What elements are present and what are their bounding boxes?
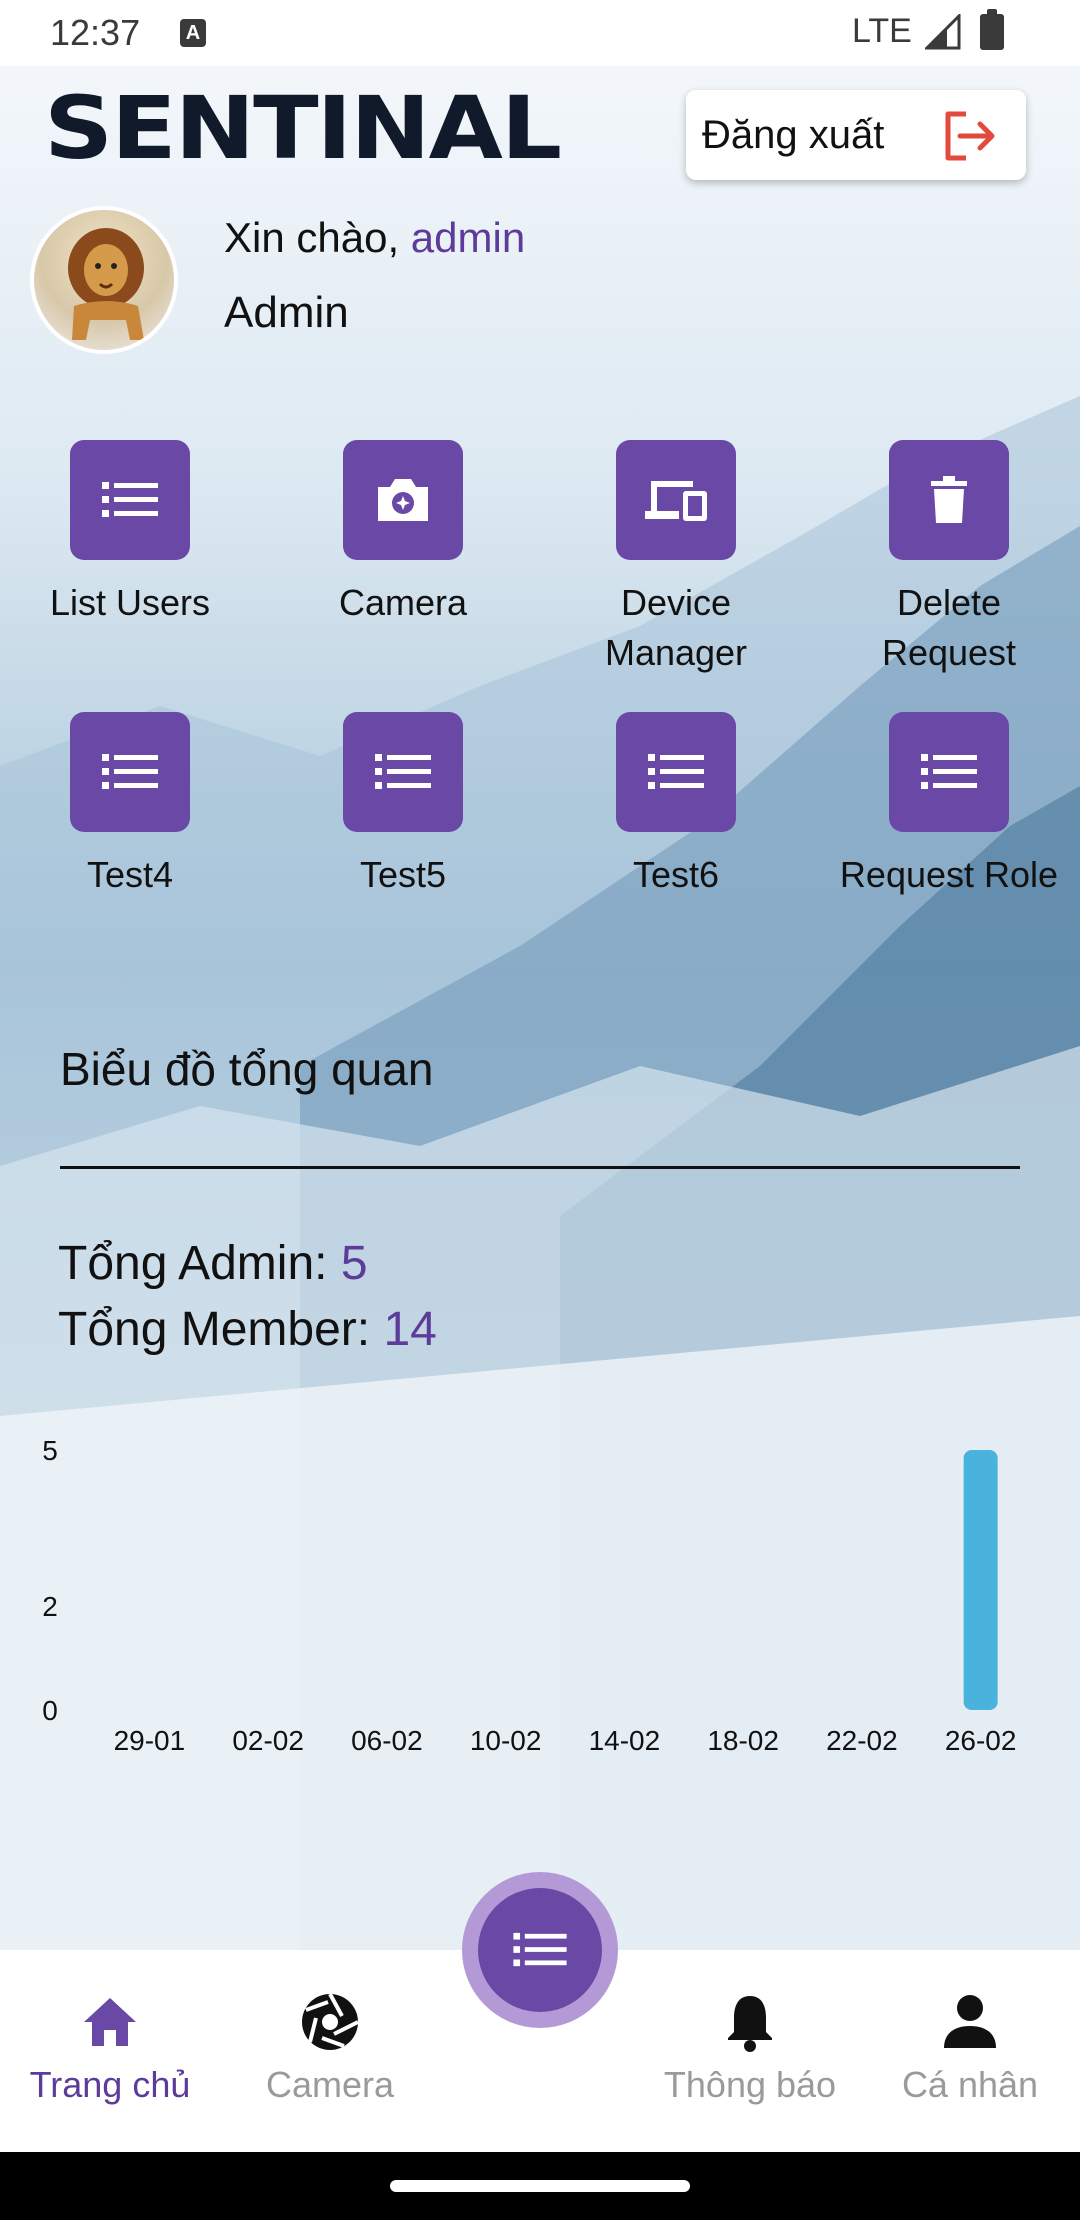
greeting: Xin chào, admin [224, 214, 525, 262]
devices-icon [616, 440, 736, 560]
x-tick-label: 29-01 [114, 1725, 186, 1756]
nav-notifications[interactable]: Thông báo [640, 1990, 860, 2106]
system-navigation-bar [0, 2152, 1080, 2220]
shutter-icon [302, 1993, 359, 2050]
action-label: Test4 [86, 854, 174, 895]
x-tick-label: 10-02 [470, 1725, 542, 1756]
stat-admin-value: 5 [340, 1237, 368, 1290]
action-test4[interactable]: Test4 [10, 712, 250, 900]
action-list-users[interactable]: List Users [10, 440, 250, 628]
username: admin [410, 214, 526, 261]
greeting-prefix: Xin chào, [224, 214, 411, 261]
action-label: Camera [338, 582, 468, 623]
action-label: Device Manager [604, 582, 748, 673]
person-icon [944, 1995, 996, 2048]
status-bar: 12:37 A LTE [0, 0, 1080, 66]
nav-profile[interactable]: Cá nhân [860, 1990, 1080, 2106]
nav-label: Thông báo [663, 2064, 837, 2105]
action-test5[interactable]: Test5 [283, 712, 523, 900]
nav-label: Trang chủ [29, 2064, 191, 2105]
signal-icon [925, 14, 961, 50]
overview-title: Biểu đồ tổng quan [60, 1043, 434, 1095]
list-icon [513, 1932, 567, 1967]
network-type: LTE [852, 12, 912, 50]
action-label: List Users [49, 582, 211, 623]
menu-fab-button[interactable] [478, 1888, 602, 2012]
stat-admin-label: Tổng Admin: [58, 1237, 341, 1290]
action-label: Request Role [839, 854, 1059, 895]
y-tick-label: 5 [42, 1435, 58, 1466]
action-device-manager[interactable]: Device Manager [556, 440, 796, 678]
overview-bar-chart: 0 2 5 29-01 02-02 06-02 10-02 14-02 18-02 22-02 26… [42, 1435, 1017, 1756]
keyboard-notification-icon: A [180, 19, 206, 47]
app-logo: SENTINAL [44, 78, 562, 179]
user-role: Admin [224, 288, 349, 337]
logout-button[interactable]: Đăng xuất [686, 90, 1026, 180]
list-icon [616, 712, 736, 832]
y-tick-label: 0 [42, 1695, 58, 1726]
nav-home[interactable]: Trang chủ [0, 1990, 220, 2106]
action-test6[interactable]: Test6 [556, 712, 796, 900]
stat-member-value: 14 [383, 1303, 437, 1356]
stat-member-label: Tổng Member: [58, 1303, 384, 1356]
chart-bar [963, 1450, 998, 1710]
x-tick-label: 18-02 [707, 1725, 779, 1756]
home-icon [84, 1998, 136, 2046]
home-gesture-bar[interactable] [390, 2180, 690, 2192]
trash-icon [889, 440, 1009, 560]
x-tick-label: 06-02 [351, 1725, 423, 1756]
stat-total-admin: Tổng Admin: 5 [58, 1236, 368, 1291]
y-tick-label: 2 [42, 1591, 58, 1622]
action-label: Test6 [632, 854, 720, 895]
avatar[interactable] [30, 206, 178, 354]
list-icon [889, 712, 1009, 832]
action-delete-request[interactable]: Delete Request [829, 440, 1069, 678]
x-tick-label: 26-02 [945, 1725, 1017, 1756]
list-icon [70, 712, 190, 832]
action-request-role[interactable]: Request Role [829, 712, 1069, 900]
nav-camera[interactable]: Camera [220, 1990, 440, 2106]
logout-icon [945, 111, 995, 161]
x-tick-label: 22-02 [826, 1725, 898, 1756]
logout-label: Đăng xuất [702, 112, 885, 157]
status-time: 12:37 [50, 12, 141, 53]
x-tick-label: 14-02 [589, 1725, 661, 1756]
battery-icon [980, 9, 1004, 50]
nav-label: Cá nhân [901, 2064, 1039, 2105]
x-tick-label: 02-02 [232, 1725, 304, 1756]
list-icon [70, 440, 190, 560]
nav-label: Camera [265, 2064, 395, 2105]
stat-total-member: Tổng Member: 14 [58, 1302, 437, 1357]
bell-icon [728, 1996, 772, 2052]
list-icon [343, 712, 463, 832]
action-camera[interactable]: Camera [283, 440, 523, 628]
action-label: Test5 [359, 854, 447, 895]
camera-icon [343, 440, 463, 560]
action-label: Delete Request [881, 582, 1017, 673]
section-divider [60, 1166, 1020, 1169]
